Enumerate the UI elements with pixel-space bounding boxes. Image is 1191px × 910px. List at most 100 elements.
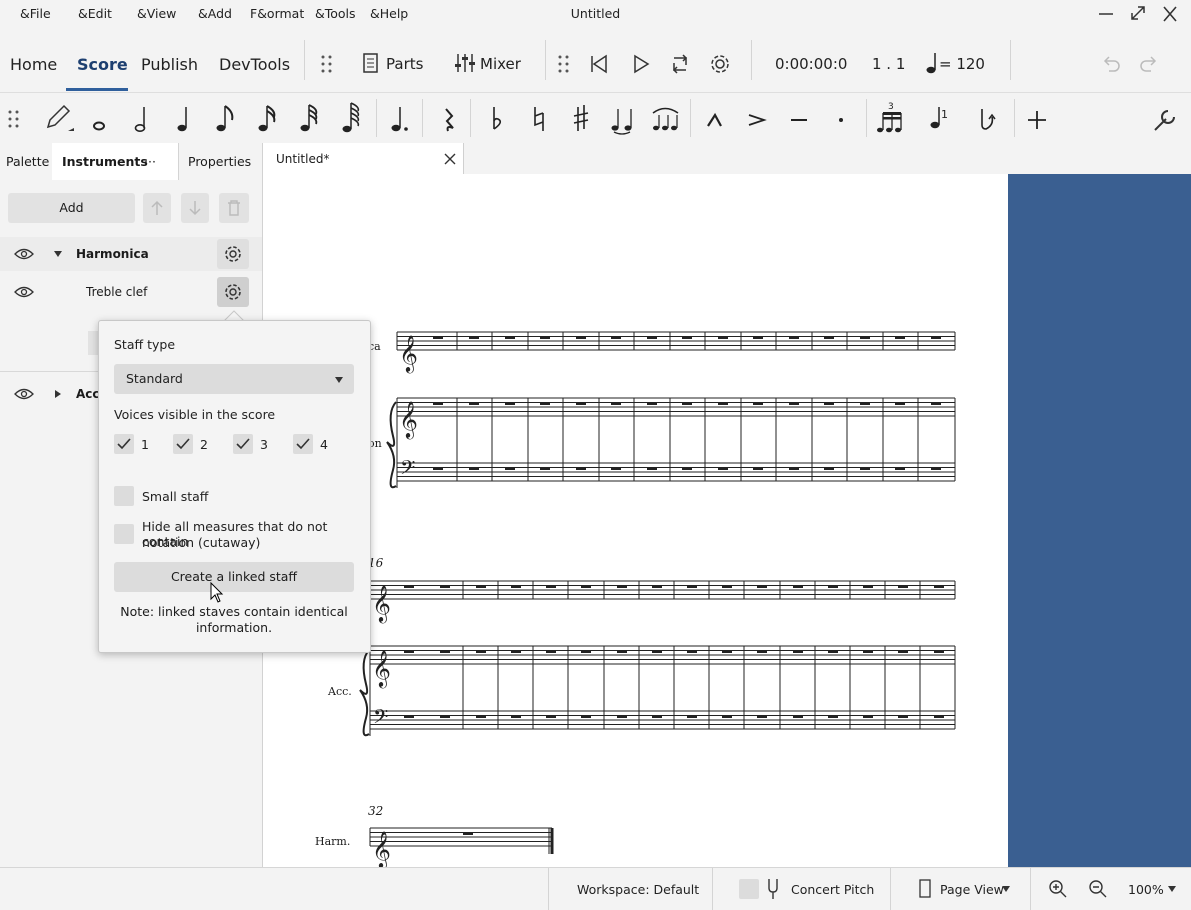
svg-text:1: 1 [941, 108, 948, 121]
natural-icon[interactable] [524, 101, 554, 135]
document-tab[interactable]: Untitled* [263, 143, 464, 174]
voice-4-checkbox[interactable] [293, 434, 313, 454]
zoom-level[interactable]: 100% [1128, 882, 1164, 897]
whole-rest [511, 715, 521, 718]
chevron-down-icon[interactable] [1167, 885, 1177, 893]
32nd-note-icon[interactable] [294, 101, 324, 135]
accent-icon[interactable] [742, 101, 772, 135]
drag-handle-icon[interactable] [557, 54, 571, 74]
expand-arrow-icon[interactable] [53, 250, 63, 258]
redo-icon[interactable] [1138, 53, 1160, 73]
linked-staff-note: Note: linked staves contain identical in… [114, 604, 354, 636]
add-instrument-button[interactable]: Add [8, 193, 135, 223]
close-tab-icon[interactable] [443, 152, 457, 166]
instrument-row[interactable]: Harmonica [0, 237, 262, 271]
visibility-eye-icon[interactable] [14, 247, 34, 261]
half-note-icon[interactable] [127, 101, 157, 135]
minimize-icon[interactable] [1095, 4, 1117, 24]
menu-view[interactable]: &View [137, 6, 176, 21]
quarter-note-icon[interactable] [169, 101, 199, 135]
small-staff-checkbox[interactable] [114, 486, 134, 506]
marcato-icon[interactable] [700, 101, 730, 135]
delete-button[interactable] [219, 193, 249, 223]
brace [386, 401, 397, 489]
mixer-button[interactable]: Mixer [480, 55, 521, 73]
chevron-down-icon[interactable] [1001, 885, 1011, 893]
drag-handle-icon[interactable] [320, 54, 334, 74]
maximize-icon[interactable] [1127, 4, 1149, 24]
flat-icon[interactable] [482, 101, 512, 135]
customize-icon[interactable] [1150, 101, 1180, 135]
move-down-button[interactable] [181, 193, 209, 223]
concert-pitch-checkbox[interactable] [739, 879, 759, 899]
64th-note-icon[interactable] [336, 101, 366, 135]
divider [545, 40, 546, 80]
voice-icon[interactable]: 1 [924, 101, 954, 135]
rest-icon[interactable] [434, 101, 464, 135]
concert-pitch-label[interactable]: Concert Pitch [791, 882, 874, 897]
trash-icon [228, 200, 240, 216]
voice-1-checkbox[interactable] [114, 434, 134, 454]
mixer-icon[interactable] [454, 52, 476, 74]
whole-rest [860, 402, 870, 405]
menu-add[interactable]: &Add [198, 6, 232, 21]
whole-rest [687, 650, 697, 653]
menu-edit[interactable]: &Edit [78, 6, 112, 21]
whole-rest [789, 467, 799, 470]
loop-icon[interactable] [668, 52, 692, 76]
parts-icon[interactable] [362, 52, 380, 74]
tuplet-icon[interactable]: 3 [874, 101, 908, 135]
tab-score[interactable]: Score [77, 55, 128, 74]
tab-devtools[interactable]: DevTools [219, 55, 290, 74]
play-icon[interactable] [630, 53, 652, 75]
instrument-settings-button[interactable] [217, 239, 249, 269]
close-icon[interactable] [1159, 4, 1181, 24]
tab-home[interactable]: Home [10, 55, 57, 74]
hide-empty-measures-checkbox[interactable] [114, 524, 134, 544]
eighth-note-icon[interactable] [210, 101, 240, 135]
zoom-in-icon[interactable] [1047, 879, 1069, 899]
whole-rest [440, 585, 450, 588]
move-up-button[interactable] [143, 193, 171, 223]
workspace-selector[interactable]: Workspace: Default [577, 882, 699, 897]
staff-row[interactable]: Treble clef [0, 275, 262, 309]
staff-type-dropdown[interactable]: Standard [114, 364, 354, 394]
16th-note-icon[interactable] [252, 101, 282, 135]
add-icon[interactable] [1022, 101, 1052, 135]
zoom-out-icon[interactable] [1087, 879, 1109, 899]
create-linked-staff-button[interactable]: Create a linked staff [114, 562, 354, 592]
visibility-eye-icon[interactable] [14, 285, 34, 299]
menu-file[interactable]: &File [20, 6, 51, 21]
tie-icon[interactable] [608, 101, 638, 135]
staccato-icon[interactable] [826, 101, 856, 135]
menu-help[interactable]: &Help [370, 6, 408, 21]
voice-2-checkbox[interactable] [173, 434, 193, 454]
tenuto-icon[interactable] [784, 101, 814, 135]
view-mode-dropdown[interactable]: Page View [940, 882, 1004, 897]
voice-3-checkbox[interactable] [233, 434, 253, 454]
tab-instruments[interactable]: Instruments ··· [52, 143, 178, 180]
pencil-icon[interactable] [44, 101, 74, 135]
undo-icon[interactable] [1100, 53, 1122, 73]
whole-rest [824, 336, 834, 339]
sharp-icon[interactable] [566, 101, 596, 135]
flip-icon[interactable] [972, 101, 1002, 135]
tab-publish[interactable]: Publish [141, 55, 198, 74]
more-options-icon[interactable]: ··· [144, 143, 156, 180]
whole-rest [931, 467, 941, 470]
bass-clef: 𝄢 [400, 456, 415, 484]
playback-settings-icon[interactable] [708, 52, 732, 76]
menu-format[interactable]: F&ormat [250, 6, 304, 21]
slur-icon[interactable] [650, 101, 680, 135]
drag-handle-icon[interactable] [7, 109, 21, 129]
collapse-arrow-icon[interactable] [54, 389, 62, 399]
visibility-eye-icon[interactable] [14, 387, 34, 401]
tab-properties[interactable]: Properties [188, 143, 251, 180]
dotted-note-icon[interactable] [384, 101, 414, 135]
rewind-icon[interactable] [588, 53, 610, 75]
whole-note-icon[interactable] [86, 101, 116, 135]
parts-button[interactable]: Parts [386, 55, 423, 73]
tab-palette[interactable]: Palette [6, 143, 49, 180]
menu-tools[interactable]: &Tools [315, 6, 356, 21]
staff-settings-button[interactable] [217, 277, 249, 307]
